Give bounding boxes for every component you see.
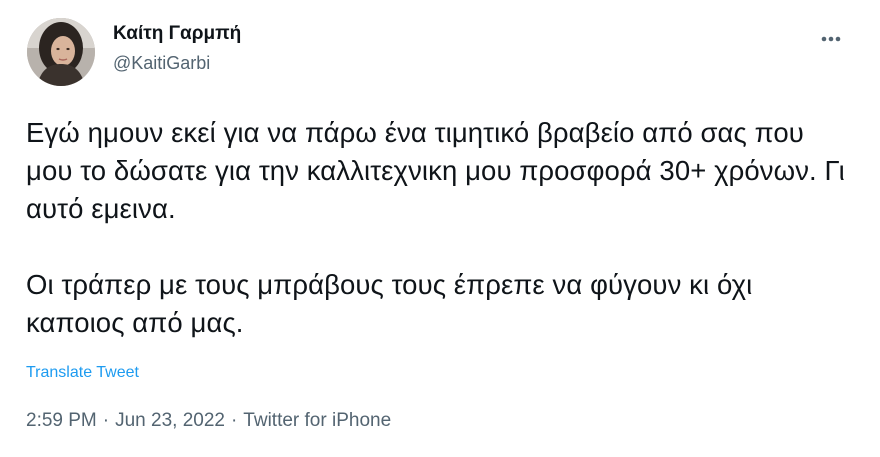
- author-avatar[interactable]: [27, 18, 95, 86]
- tweet-metadata: 2:59 PM · Jun 23, 2022 · Twitter for iPhone: [26, 410, 391, 432]
- separator-dot: ·: [230, 410, 238, 431]
- more-options-button[interactable]: [814, 22, 848, 56]
- author-display-name[interactable]: Καίτη Γαρμπή: [113, 23, 241, 45]
- translate-tweet-link[interactable]: Translate Tweet: [26, 364, 139, 382]
- tweet-card: Καίτη Γαρμπή @KaitiGarbi Εγώ ημουν εκεί …: [0, 0, 880, 457]
- separator-dot: ·: [102, 410, 110, 431]
- tweet-time[interactable]: 2:59 PM: [26, 410, 97, 431]
- tweet-source[interactable]: Twitter for iPhone: [243, 410, 391, 431]
- avatar-image: [27, 18, 95, 86]
- author-handle[interactable]: @KaitiGarbi: [113, 53, 210, 74]
- tweet-text: Εγώ ημουν εκεί για να πάρω ένα τιμητικό …: [26, 117, 845, 338]
- more-horizontal-icon: [821, 36, 841, 42]
- tweet-date[interactable]: Jun 23, 2022: [115, 410, 225, 431]
